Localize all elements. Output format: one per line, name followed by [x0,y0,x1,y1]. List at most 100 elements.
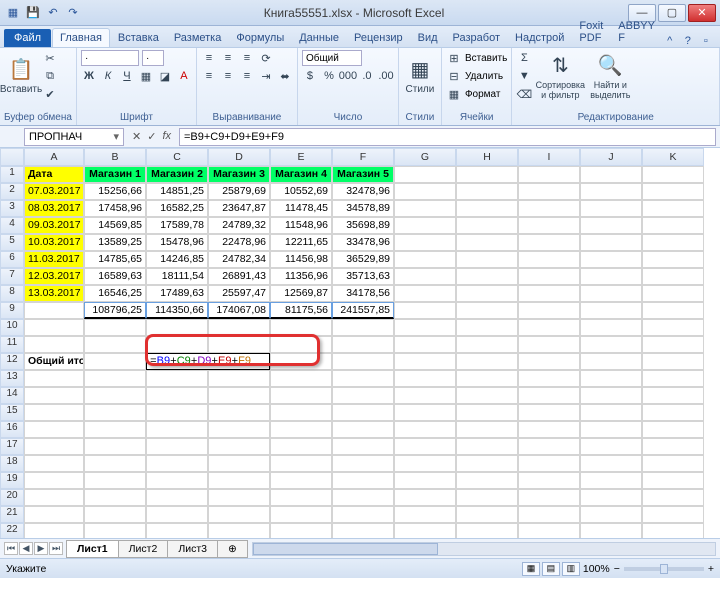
cell[interactable] [642,200,704,217]
cell[interactable]: 32478,96 [332,183,394,200]
cell[interactable] [580,268,642,285]
help-icon[interactable]: ? [681,35,695,47]
cell[interactable] [84,387,146,404]
copy-icon[interactable]: ⧉ [42,68,58,84]
window-restore-icon[interactable]: ▫ [699,35,713,47]
cell[interactable] [456,455,518,472]
cell[interactable]: Магазин 1 [84,166,146,183]
cell[interactable] [518,336,580,353]
cell[interactable] [580,166,642,183]
cell[interactable] [24,523,84,538]
sheet-tab-3[interactable]: Лист3 [167,540,218,558]
cell[interactable] [270,319,332,336]
cell[interactable] [270,455,332,472]
cell[interactable]: H [456,148,518,166]
font-name-combo[interactable]: · [81,50,139,66]
cell[interactable] [146,319,208,336]
cell[interactable] [146,370,208,387]
cell[interactable] [146,421,208,438]
worksheet-grid[interactable]: ABCDEFGHIJK1ДатаМагазин 1Магазин 2Магази… [0,148,720,538]
cell[interactable] [146,387,208,404]
cell[interactable]: 14 [0,387,24,404]
cell[interactable] [332,336,394,353]
cell[interactable] [394,285,456,302]
cell[interactable] [270,421,332,438]
cell[interactable] [580,217,642,234]
sheet-tab-2[interactable]: Лист2 [118,540,169,558]
cell[interactable]: 13589,25 [84,234,146,251]
cell[interactable] [580,370,642,387]
cell[interactable]: 12.03.2017 [24,268,84,285]
cell[interactable] [580,438,642,455]
cell[interactable] [518,421,580,438]
cell[interactable]: 9 [0,302,24,319]
redo-icon[interactable]: ↷ [64,4,82,22]
cell[interactable] [642,319,704,336]
cell[interactable] [518,438,580,455]
cell[interactable]: 25597,47 [208,285,270,302]
cell[interactable] [642,387,704,404]
tab-developer[interactable]: Разработ [446,29,507,47]
find-select-button[interactable]: 🔍 Найти и выделить [588,50,632,102]
cell[interactable] [580,183,642,200]
cell[interactable]: Общий итог [24,353,84,370]
cell[interactable] [642,438,704,455]
cell[interactable] [270,438,332,455]
cell[interactable] [394,438,456,455]
cell[interactable] [394,234,456,251]
undo-icon[interactable]: ↶ [44,4,62,22]
cell[interactable] [580,200,642,217]
sheet-nav-last-icon[interactable]: ⏭ [49,542,63,555]
cell[interactable]: 24782,34 [208,251,270,268]
merge-icon[interactable]: ⬌ [277,68,293,84]
cell[interactable] [208,319,270,336]
cell[interactable] [208,404,270,421]
cell[interactable] [332,370,394,387]
tab-foxit[interactable]: Foxit PDF [572,17,610,47]
styles-button[interactable]: ▦ Стили [403,50,437,102]
cell[interactable]: 10552,69 [270,183,332,200]
cell[interactable] [270,472,332,489]
border-icon[interactable]: ▦ [138,68,154,84]
cell[interactable] [456,523,518,538]
sheet-tab-1[interactable]: Лист1 [66,540,119,558]
cell[interactable] [580,353,642,370]
cell[interactable]: 34578,89 [332,200,394,217]
format-cells-icon[interactable]: ▦ [446,86,462,102]
cell[interactable] [642,523,704,538]
cell[interactable] [84,336,146,353]
cell[interactable]: 18111,54 [146,268,208,285]
autosum-icon[interactable]: Σ [516,50,532,66]
cell[interactable] [24,489,84,506]
cell[interactable] [580,234,642,251]
cell[interactable] [642,234,704,251]
orientation-icon[interactable]: ⟳ [258,50,274,66]
tab-data[interactable]: Данные [292,29,346,47]
cell[interactable]: Магазин 2 [146,166,208,183]
cell[interactable]: I [518,148,580,166]
indent-icon[interactable]: ⇥ [258,68,274,84]
cell[interactable]: 11.03.2017 [24,251,84,268]
cell[interactable] [146,489,208,506]
cell[interactable]: 24789,32 [208,217,270,234]
tab-abbyy[interactable]: ABBYY F [611,17,662,47]
formula-input[interactable]: =B9+C9+D9+E9+F9 [179,128,716,146]
cell[interactable] [642,370,704,387]
sheet-nav-prev-icon[interactable]: ◀ [19,542,33,555]
cell[interactable] [456,404,518,421]
cell[interactable]: 8 [0,285,24,302]
cell[interactable] [642,166,704,183]
delete-cells-icon[interactable]: ⊟ [446,68,462,84]
tab-insert[interactable]: Вставка [111,29,166,47]
cell[interactable] [518,285,580,302]
currency-icon[interactable]: $ [302,68,318,84]
cut-icon[interactable]: ✂ [42,50,58,66]
cell[interactable] [518,251,580,268]
cell[interactable]: 21 [0,506,24,523]
clear-icon[interactable]: ⌫ [516,86,532,102]
cell[interactable]: 14785,65 [84,251,146,268]
cell[interactable]: 15 [0,404,24,421]
cell[interactable] [580,489,642,506]
maximize-button[interactable]: ▢ [658,4,686,22]
cell[interactable]: 18 [0,455,24,472]
